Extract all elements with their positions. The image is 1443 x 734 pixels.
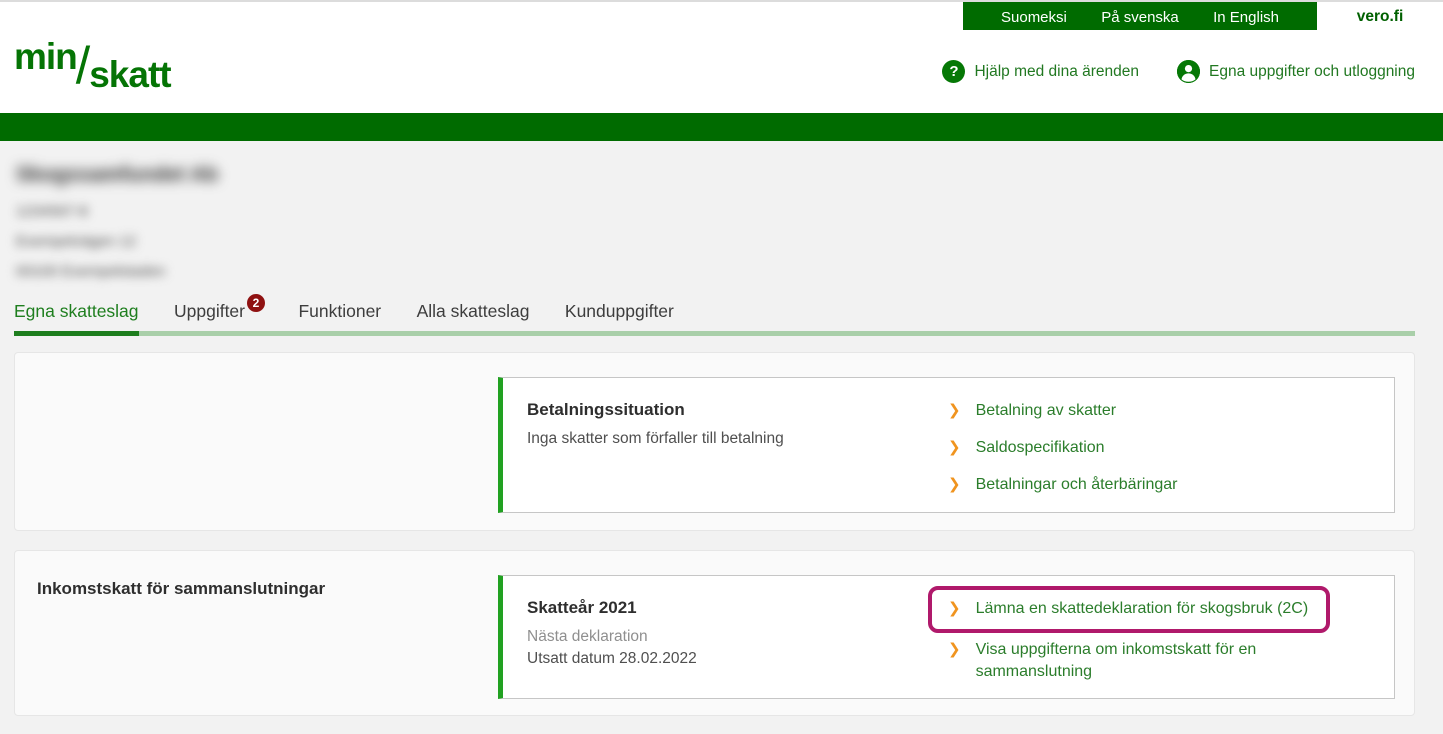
- language-bar-green-segment: Suomeksi På svenska In English: [963, 2, 1317, 32]
- profile-logout-label: Egna uppgifter och utloggning: [1209, 62, 1415, 80]
- tax-year-links: ❯ Lämna en skattedeklaration för skogsbr…: [928, 576, 1394, 698]
- taxpayer-city-redacted: 00100 Exempelstaden: [16, 263, 166, 280]
- tab-bar: Egna skatteslag Uppgifter 2 Funktioner Al…: [14, 294, 1415, 336]
- link-betalningar-och-aterbaringar[interactable]: ❯ Betalningar och återbäringar: [948, 474, 1378, 496]
- tax-year-2021-box: Skatteår 2021 Nästa deklaration Utsatt d…: [498, 575, 1395, 699]
- link-label: Saldospecifikation: [975, 439, 1105, 456]
- taxpayer-address-redacted: Exempelvägen 12: [16, 233, 137, 250]
- profile-logout-link[interactable]: Egna uppgifter och utloggning: [1177, 60, 1415, 83]
- annotation-highlight-box: ❯ Lämna en skattedeklaration för skogsbr…: [928, 586, 1331, 633]
- uppgifter-notification-badge: 2: [247, 294, 265, 312]
- language-link-english[interactable]: In English: [1213, 9, 1279, 26]
- taxpayer-name-redacted: Skogssamfundet Ab: [16, 163, 219, 186]
- logo-text-skatt: skatt: [89, 54, 171, 95]
- link-betalning-av-skatter[interactable]: ❯ Betalning av skatter: [948, 400, 1378, 422]
- chevron-right-icon: ❯: [948, 439, 961, 456]
- language-bar: Suomeksi På svenska In English vero.fi: [0, 0, 1443, 32]
- chevron-right-icon: ❯: [948, 402, 961, 419]
- partnership-income-tax-card: Inkomstskatt för sammanslutningar Skatte…: [14, 550, 1415, 716]
- header-links: ? Hjälp med dina ärenden Egna uppgifter …: [942, 30, 1415, 113]
- vero-fi-link[interactable]: vero.fi: [1317, 2, 1443, 32]
- payment-situation-text: Betalningssituation Inga skatter som för…: [503, 378, 948, 512]
- payment-situation-links: ❯ Betalning av skatter ❯ Saldospecifikat…: [948, 378, 1394, 512]
- chevron-right-icon: ❯: [948, 476, 961, 493]
- link-label: Visa uppgifterna om inkomstskatt för en …: [975, 641, 1257, 680]
- link-visa-uppgifterna-inkomstskatt[interactable]: ❯ Visa uppgifterna om inkomstskatt för e…: [948, 639, 1378, 683]
- link-label: Lämna en skattedeklaration för skogsbruk…: [975, 600, 1309, 617]
- tab-kunduppgifter[interactable]: Kunduppgifter: [565, 297, 674, 331]
- chevron-right-icon: ❯: [948, 641, 961, 658]
- partnership-income-tax-heading: Inkomstskatt för sammanslutningar: [37, 579, 326, 598]
- logo-text-min: min: [14, 36, 78, 77]
- payment-situation-status: Inga skatter som förfaller till betalnin…: [527, 430, 784, 447]
- site-header: min/skatt ? Hjälp med dina ärenden Egna …: [0, 30, 1443, 113]
- due-date-label: Utsatt datum 28.02.2022: [527, 650, 697, 668]
- green-divider-band: [0, 113, 1443, 141]
- chevron-right-icon: ❯: [948, 600, 961, 617]
- help-link-label: Hjälp med dina ärenden: [974, 62, 1140, 80]
- minskatt-logo[interactable]: min/skatt: [14, 36, 172, 95]
- tab-alla-skatteslag[interactable]: Alla skatteslag: [417, 297, 530, 331]
- tab-uppgifter-label: Uppgifter: [173, 301, 245, 321]
- tax-year-2021-text: Skatteår 2021 Nästa deklaration Utsatt d…: [503, 576, 948, 698]
- help-link[interactable]: ? Hjälp med dina ärenden: [942, 60, 1139, 83]
- payment-situation-box: Betalningssituation Inga skatter som för…: [498, 377, 1395, 513]
- tab-funktioner[interactable]: Funktioner: [298, 297, 381, 331]
- link-lamna-skattedeklaration-skogsbruk-2c[interactable]: ❯ Lämna en skattedeklaration för skogsbr…: [948, 598, 1308, 620]
- main-content: Skogssamfundet Ab 1234567-8 Exempelvägen…: [0, 141, 1443, 732]
- language-link-finnish[interactable]: Suomeksi: [1001, 9, 1067, 26]
- language-link-swedish[interactable]: På svenska: [1101, 9, 1179, 26]
- link-label: Betalningar och återbäringar: [975, 476, 1178, 493]
- link-saldospecifikation[interactable]: ❯ Saldospecifikation: [948, 437, 1378, 459]
- payment-situation-title: Betalningssituation: [527, 400, 685, 419]
- link-label: Betalning av skatter: [975, 402, 1117, 419]
- payment-situation-card: Betalningssituation Inga skatter som för…: [14, 352, 1415, 531]
- tab-uppgifter[interactable]: Uppgifter 2: [173, 294, 265, 331]
- taxpayer-id-redacted: 1234567-8: [16, 203, 88, 220]
- help-icon: ?: [942, 60, 966, 83]
- tax-year-title: Skatteår 2021: [527, 598, 637, 617]
- mytax-page: Suomeksi På svenska In English vero.fi m…: [0, 0, 1443, 734]
- user-profile-icon: [1177, 60, 1201, 83]
- tab-egna-skatteslag[interactable]: Egna skatteslag: [14, 297, 139, 336]
- taxpayer-info-redacted: Skogssamfundet Ab 1234567-8 Exempelvägen…: [16, 163, 218, 293]
- next-declaration-label: Nästa deklaration: [527, 628, 648, 645]
